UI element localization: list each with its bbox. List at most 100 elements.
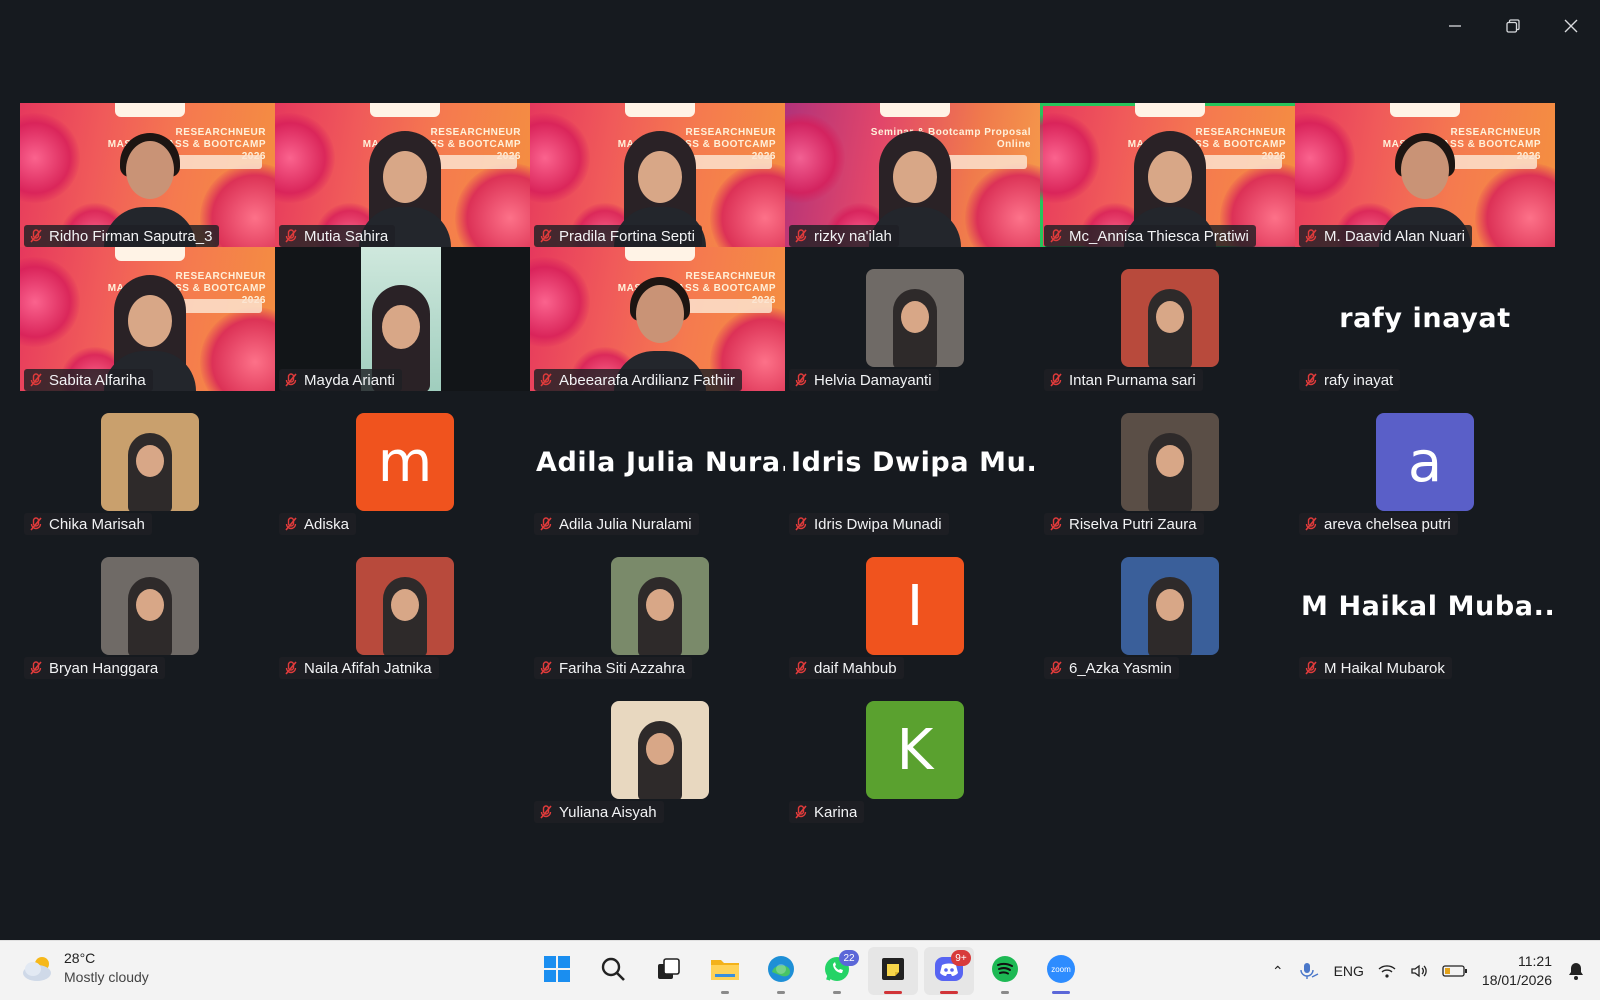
- participant-tile[interactable]: Bryan Hanggara: [20, 535, 280, 681]
- spotify-icon: [990, 954, 1020, 989]
- microphone-icon[interactable]: [1298, 961, 1320, 981]
- participant-tile[interactable]: RESEARCHNEUR MASTERCLASS & BOOTCAMP 2026…: [1295, 103, 1555, 249]
- participant-tile[interactable]: RESEARCHNEUR MASTERCLASS & BOOTCAMP 2026…: [275, 103, 535, 249]
- taskbar-edge-button[interactable]: [756, 947, 806, 995]
- participant-tile[interactable]: a areva chelsea putri: [1295, 391, 1555, 537]
- chevron-up-icon[interactable]: ⌃: [1272, 963, 1284, 980]
- taskbar: 28°C Mostly cloudy 22 9+ zoom ⌃ ENG 11:2…: [0, 940, 1600, 1000]
- sponsor-logo-strip: [115, 247, 185, 261]
- avatar-letter: K: [866, 701, 964, 799]
- clock[interactable]: 11:21 18/01/2026: [1482, 952, 1552, 990]
- participant-tile[interactable]: Mayda Arianti: [275, 247, 535, 393]
- taskbar-sticky-notes-button[interactable]: [868, 947, 918, 995]
- participant-tile[interactable]: RESEARCHNEUR MASTERCLASS & BOOTCAMP 2026…: [1040, 103, 1300, 249]
- folder-icon: [709, 955, 741, 988]
- participant-tile[interactable]: RESEARCHNEUR MASTERCLASS & BOOTCAMP 2026…: [530, 103, 790, 249]
- participant-tile[interactable]: Riselva Putri Zaura: [1040, 391, 1300, 537]
- participant-tile[interactable]: Intan Purnama sari: [1040, 247, 1300, 393]
- taskbar-whatsapp-button[interactable]: 22: [812, 947, 862, 995]
- participant-tile[interactable]: Fariha Siti Azzahra: [530, 535, 790, 681]
- profile-photo: [1121, 269, 1219, 367]
- system-tray: ⌃ ENG 11:21 18/01/2026: [1272, 941, 1586, 1000]
- clock-date: 18/01/2026: [1481, 972, 1552, 988]
- taskbar-search-button[interactable]: [588, 947, 638, 995]
- participant-tile[interactable]: M Haikal Muba... M Haikal Mubarok: [1295, 535, 1555, 681]
- notification-badge: 9+: [951, 950, 971, 966]
- participant-tile[interactable]: m Adiska: [275, 391, 535, 537]
- participant-name-label: Chika Marisah: [24, 513, 152, 535]
- participant-tile[interactable]: RESEARCHNEUR MASTERCLASS & BOOTCAMP 2026…: [20, 247, 280, 393]
- participant-tile[interactable]: Idaif Mahbub: [785, 535, 1045, 681]
- participant-name-label: rizky na'ilah: [789, 225, 899, 247]
- close-button[interactable]: [1542, 0, 1600, 52]
- participant-tile[interactable]: RESEARCHNEUR MASTERCLASS & BOOTCAMP 2026…: [530, 247, 790, 393]
- running-indicator: [777, 991, 785, 994]
- participant-name: Riselva Putri Zaura: [1069, 515, 1197, 533]
- participant-name-label: Yuliana Aisyah: [534, 801, 664, 823]
- taskbar-start-button[interactable]: [532, 947, 582, 995]
- participant-name-label: Mayda Arianti: [279, 369, 402, 391]
- minimize-button[interactable]: [1426, 0, 1484, 52]
- muted-mic-icon: [285, 229, 297, 243]
- participant-name-label: Mutia Sahira: [279, 225, 396, 247]
- volume-icon[interactable]: [1410, 963, 1428, 979]
- participant-name: Mayda Arianti: [304, 371, 395, 389]
- language-indicator[interactable]: ENG: [1334, 963, 1364, 979]
- participant-tile[interactable]: Naila Afifah Jatnika: [275, 535, 535, 681]
- taskbar-discord-button[interactable]: 9+: [924, 947, 974, 995]
- sticky-notes-icon: [879, 955, 907, 988]
- muted-mic-icon: [1050, 517, 1062, 531]
- running-indicator: [833, 991, 841, 994]
- running-indicator: [1052, 991, 1070, 994]
- display-name-large: Adila Julia Nura...: [536, 447, 790, 478]
- taskbar-apps: 22 9+ zoom: [532, 947, 1086, 995]
- muted-mic-icon: [1305, 661, 1317, 675]
- flower-decoration: [20, 113, 80, 203]
- participant-name: rafy inayat: [1324, 371, 1394, 389]
- participant-tile[interactable]: Adila Julia Nura... Adila Julia Nuralami: [530, 391, 790, 537]
- taskbar-task-view-button[interactable]: [644, 947, 694, 995]
- participant-tile[interactable]: Yuliana Aisyah: [530, 679, 790, 825]
- restore-button[interactable]: [1484, 0, 1542, 52]
- participant-tile[interactable]: Chika Marisah: [20, 391, 280, 537]
- profile-photo: [101, 557, 199, 655]
- notification-bell-icon[interactable]: [1566, 961, 1586, 981]
- participant-tile[interactable]: Idris Dwipa Mu... Idris Dwipa Munadi: [785, 391, 1045, 537]
- sponsor-logo-strip: [1390, 103, 1460, 117]
- muted-mic-icon: [795, 517, 807, 531]
- muted-mic-icon: [795, 229, 807, 243]
- profile-photo: [101, 413, 199, 511]
- participant-name-label: Idris Dwipa Munadi: [789, 513, 949, 535]
- participant-tile[interactable]: Seminar & Bootcamp Proposal Online rizky …: [785, 103, 1045, 249]
- display-name-large: Idris Dwipa Mu...: [791, 447, 1045, 478]
- participant-tile[interactable]: rafy inayat rafy inayat: [1295, 247, 1555, 393]
- participant-tile[interactable]: K Karina: [785, 679, 1045, 825]
- avatar-letter: I: [866, 557, 964, 655]
- flower-decoration: [1475, 163, 1555, 249]
- battery-icon[interactable]: [1442, 964, 1468, 978]
- participant-tile[interactable]: 6_Azka Yasmin: [1040, 535, 1300, 681]
- muted-mic-icon: [1305, 229, 1317, 243]
- wifi-icon[interactable]: [1378, 963, 1396, 979]
- flower-decoration: [455, 163, 535, 249]
- display-name-large: M Haikal Muba...: [1301, 591, 1555, 622]
- running-indicator: [940, 991, 958, 994]
- taskbar-zoom-button[interactable]: zoom: [1036, 947, 1086, 995]
- muted-mic-icon: [1305, 373, 1317, 387]
- participant-name-label: Sabita Alfariha: [24, 369, 153, 391]
- flower-decoration: [530, 257, 590, 347]
- participant-name-label: Mc_Annisa Thiesca Pratiwi: [1044, 225, 1256, 247]
- participant-name-label: Bryan Hanggara: [24, 657, 166, 679]
- taskbar-file-explorer-button[interactable]: [700, 947, 750, 995]
- participant-tile[interactable]: RESEARCHNEUR MASTERCLASS & BOOTCAMP 2026…: [20, 103, 280, 249]
- profile-photo: [611, 701, 709, 799]
- participant-name-label: rafy inayat: [1299, 369, 1401, 391]
- flower-decoration: [1295, 113, 1355, 203]
- participant-tile[interactable]: Helvia Damayanti: [785, 247, 1045, 393]
- taskbar-spotify-button[interactable]: [980, 947, 1030, 995]
- flower-decoration: [275, 113, 335, 203]
- participant-name-label: Riselva Putri Zaura: [1044, 513, 1204, 535]
- weather-widget[interactable]: 28°C Mostly cloudy: [20, 950, 149, 985]
- running-indicator: [1001, 991, 1009, 994]
- muted-mic-icon: [30, 373, 42, 387]
